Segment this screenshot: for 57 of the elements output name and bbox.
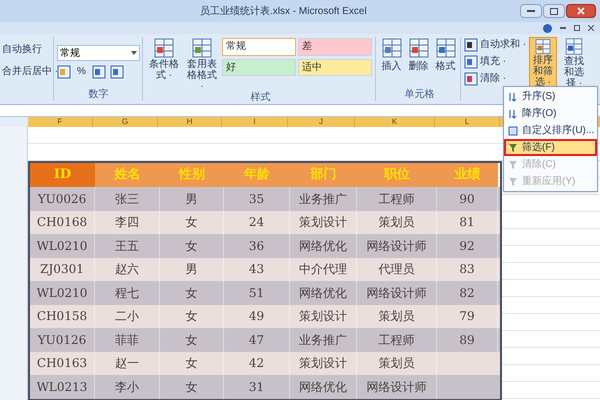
menu-item[interactable]: 升序(S) <box>504 88 597 105</box>
cell-style[interactable]: 好 <box>222 58 296 76</box>
table-cell: 李小 <box>95 375 160 398</box>
ribbon-button[interactable]: 自动换行 <box>2 39 53 59</box>
table-cell: 31 <box>224 375 290 398</box>
header-cell: 职位 <box>357 163 437 187</box>
maximize-button[interactable] <box>543 4 565 18</box>
menu-item[interactable]: 自定义排序(U)... <box>504 122 597 139</box>
group-title: 样式 <box>250 92 272 104</box>
tool-icon <box>464 72 478 86</box>
cell-style[interactable]: 常规 <box>222 38 296 56</box>
ribbon-button[interactable]: 排序和筛选 · <box>529 37 557 89</box>
menu-item[interactable]: 降序(O) <box>504 105 597 122</box>
ribbon-button[interactable]: 删除 <box>406 37 431 89</box>
tool-icon <box>464 38 478 52</box>
header-cell: 年龄 <box>224 163 290 187</box>
header-cell: 姓名 <box>95 163 160 187</box>
ribbon-button[interactable]: 填充 · <box>464 54 526 69</box>
window-title: 员工业绩统计表.xlsx - Microsoft Excel <box>200 4 367 19</box>
table-icon <box>191 37 213 59</box>
help-icon[interactable] <box>543 24 552 32</box>
tool-icon <box>464 54 478 68</box>
format-value: 常规 <box>60 46 80 60</box>
group-title: 数字 <box>88 89 110 101</box>
table-icon <box>380 37 402 59</box>
table-cell: 网络优化 <box>290 375 357 398</box>
caret-icon <box>131 51 137 55</box>
header-cell: 业绩 <box>437 163 498 187</box>
ribbon-button[interactable]: 自动求和 · <box>464 37 526 52</box>
ribbon-button[interactable]: 插入 <box>379 37 404 89</box>
restore-icon[interactable] <box>574 25 580 31</box>
close-icon <box>577 7 585 15</box>
list-icon <box>508 126 518 136</box>
ribbon-button[interactable]: 清除 · <box>464 71 526 86</box>
header-cell: ID <box>30 163 95 187</box>
table-icon <box>408 37 430 59</box>
cell-style[interactable]: 适中 <box>298 58 372 76</box>
group-title: 单元格 <box>404 89 436 101</box>
maximize-icon <box>550 8 558 14</box>
ribbon-button[interactable]: 条件格式 · <box>146 37 182 92</box>
minimize-button[interactable] <box>520 4 542 18</box>
table-cell: 女 <box>160 375 224 398</box>
percent-button[interactable]: % <box>75 64 88 79</box>
table-cell: WL0213 <box>30 375 95 398</box>
format-dropdown[interactable]: 常规 <box>57 45 140 61</box>
menu-item[interactable]: 筛选(F) <box>504 139 597 156</box>
ribbon-button[interactable]: 格式 <box>433 37 458 89</box>
header-cell: 性别 <box>160 163 224 187</box>
header-cell: 部门 <box>290 163 357 187</box>
close-button[interactable] <box>566 4 596 18</box>
ribbon-button[interactable]: 套用表格格式 · <box>184 37 220 92</box>
cell-style[interactable]: 差 <box>298 38 372 56</box>
minimize-icon <box>527 9 535 13</box>
table-icon <box>153 37 175 59</box>
table-cell: 网络设计师 <box>357 375 437 398</box>
table-icon <box>434 37 456 59</box>
close-icon[interactable] <box>588 25 594 31</box>
